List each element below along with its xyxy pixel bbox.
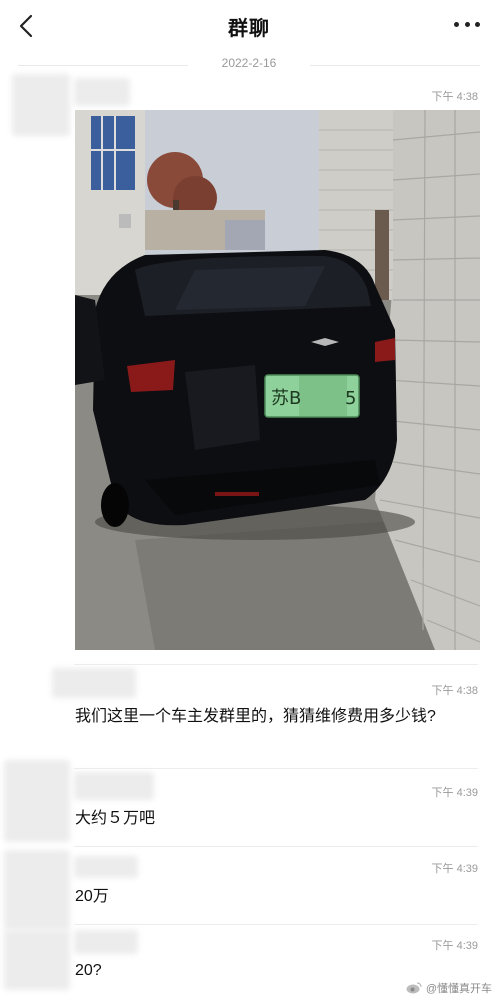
page-title: 群聊: [228, 18, 270, 40]
message-text: 我们这里一个车主发群里的，猜猜维修费用多少钱?: [75, 708, 436, 725]
message-time: 下午 4:38: [431, 685, 478, 697]
avatar[interactable]: [12, 74, 70, 136]
date-label: 2022-2-16: [221, 56, 277, 70]
plate-suffix: 5: [345, 388, 356, 409]
message-time: 下午 4:39: [431, 863, 478, 875]
message-image[interactable]: 苏B 5: [75, 110, 480, 650]
watermark-text: @懂懂真开车: [425, 983, 492, 995]
divider: [74, 846, 478, 847]
chat-header: 群聊: [0, 0, 498, 52]
weibo-logo-icon: [406, 982, 422, 994]
more-dots-icon[interactable]: [454, 22, 480, 30]
avatar[interactable]: [4, 760, 70, 842]
plate-prefix: 苏B: [271, 388, 301, 409]
divider: [74, 924, 478, 925]
divider: [74, 664, 478, 665]
message-text: 大约５万吧: [75, 810, 156, 827]
avatar[interactable]: [4, 930, 70, 990]
car-photo: 苏B 5: [75, 110, 480, 650]
sender-name: [52, 668, 136, 698]
sender-name: [74, 78, 130, 106]
message-text: 20万: [75, 888, 109, 905]
sender-name: [74, 772, 154, 800]
divider: [74, 768, 478, 769]
watermark: @懂懂真开车: [406, 980, 492, 996]
message-time: 下午 4:38: [431, 91, 478, 103]
message-time: 下午 4:39: [431, 787, 478, 799]
sender-name: [74, 930, 138, 954]
avatar[interactable]: [4, 850, 70, 930]
message-time: 下午 4:39: [431, 940, 478, 952]
date-separator: 2022-2-16: [0, 56, 498, 74]
sender-name: [74, 856, 138, 878]
